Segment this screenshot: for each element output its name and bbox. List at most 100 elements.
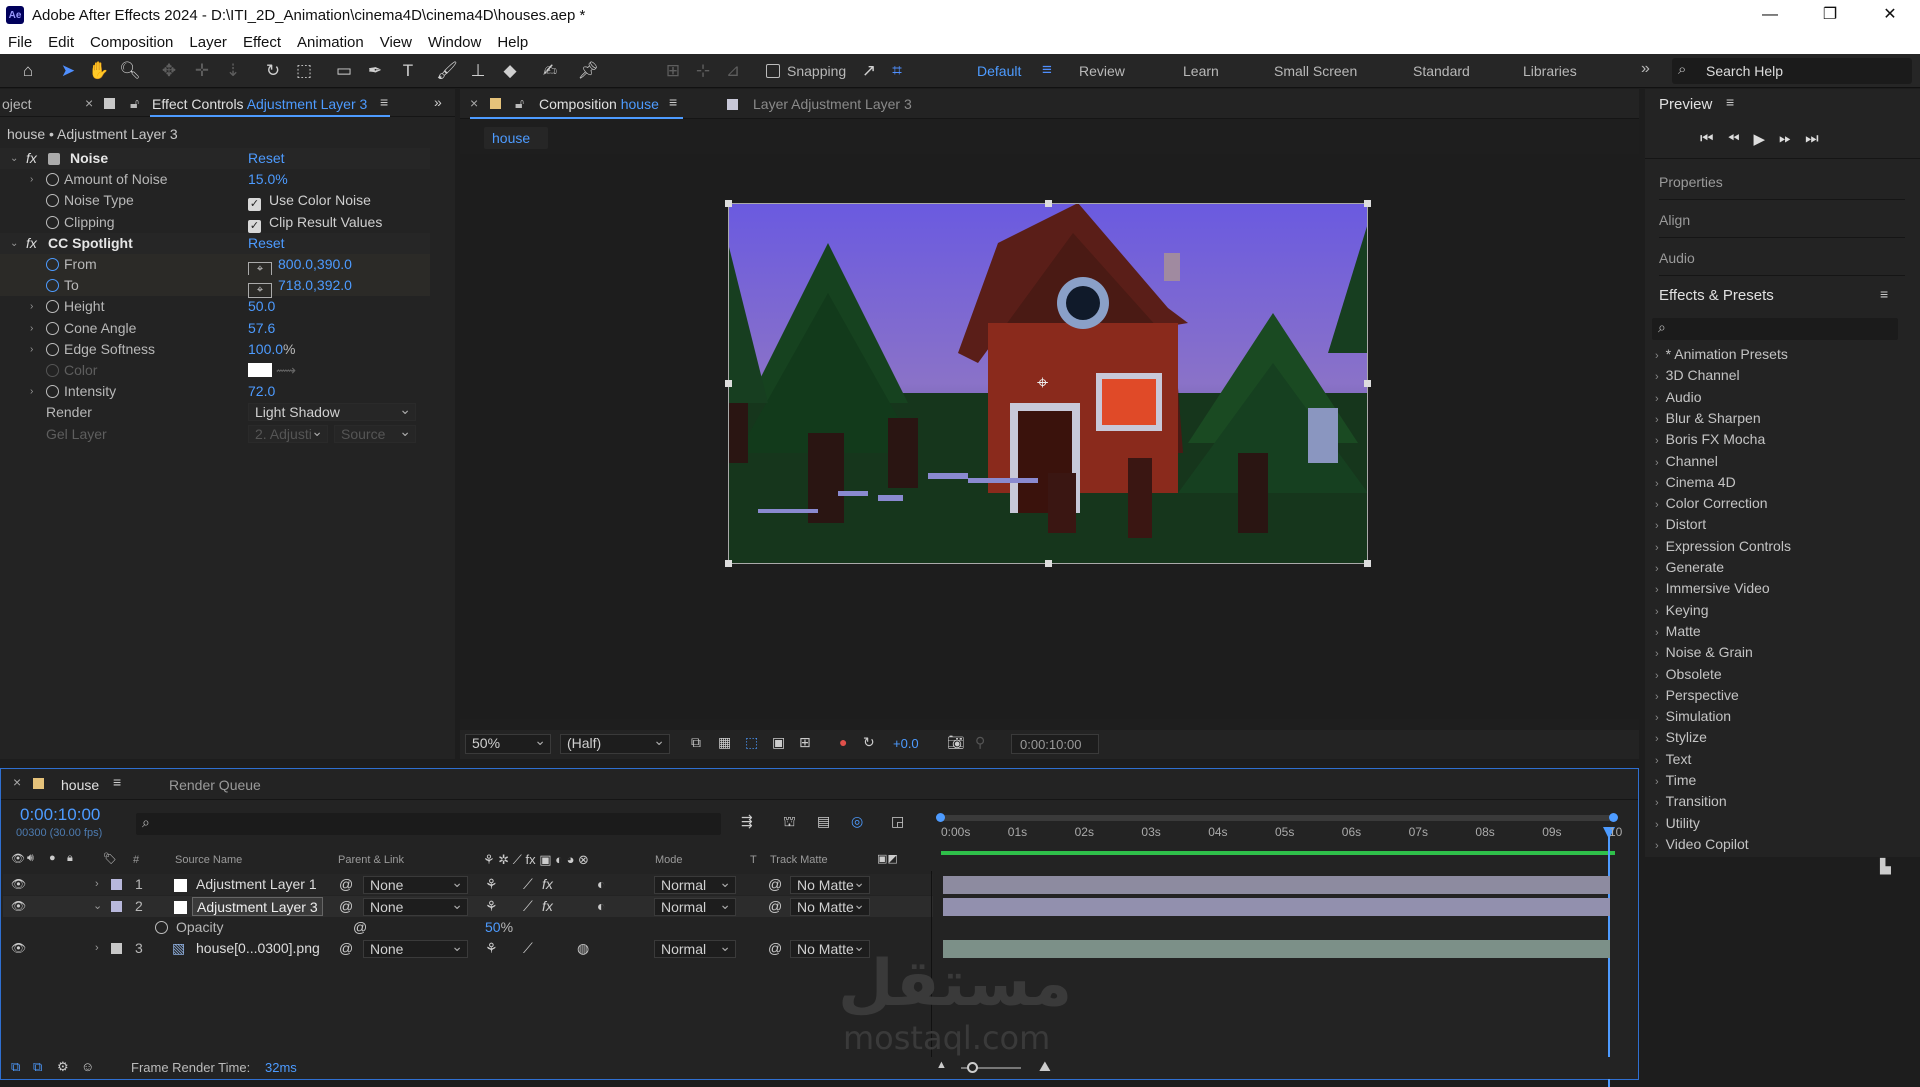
expand-chevron-icon[interactable]: › bbox=[1655, 393, 1659, 405]
layer-switches-toggle-icon[interactable]: ⧉ bbox=[11, 1059, 20, 1075]
expand-chevron-icon[interactable]: › bbox=[1655, 648, 1659, 660]
hand-tool-icon[interactable]: ✋ bbox=[88, 60, 110, 82]
roto-brush-tool-icon[interactable]: ✍ bbox=[539, 60, 561, 82]
transform-handle[interactable] bbox=[1364, 560, 1371, 567]
eraser-tool-icon[interactable]: ◆ bbox=[499, 60, 521, 82]
pick-whip-icon[interactable]: @ bbox=[339, 938, 353, 959]
align-panel-title[interactable]: Align bbox=[1659, 202, 1905, 238]
expand-chevron-icon[interactable]: › bbox=[1655, 520, 1659, 532]
composition-viewer[interactable]: ⌖ bbox=[460, 154, 1639, 719]
effects-category-item[interactable]: › Blur & Sharpen bbox=[1655, 410, 1761, 426]
expand-chevron-icon[interactable]: › bbox=[95, 938, 99, 959]
shy-switch-icon[interactable]: ⚘ bbox=[485, 874, 498, 895]
panel-menu-icon[interactable]: ≡ bbox=[1726, 94, 1734, 110]
layer-name[interactable]: Adjustment Layer 3 bbox=[192, 897, 323, 916]
menu-edit[interactable]: Edit bbox=[48, 34, 74, 51]
prop-value[interactable]: 50.0 bbox=[248, 296, 275, 317]
checkbox-checked-icon[interactable]: ✓ bbox=[248, 198, 261, 211]
effects-category-item[interactable]: › Time bbox=[1655, 772, 1696, 788]
expand-chevron-icon[interactable]: › bbox=[1655, 457, 1659, 469]
color-swatch[interactable] bbox=[248, 363, 272, 377]
layer-name[interactable]: house[0...0300].png bbox=[196, 938, 320, 959]
video-visibility-icon[interactable]: 👁︎ bbox=[11, 852, 25, 865]
effects-category-item[interactable]: › * Animation Presets bbox=[1655, 346, 1788, 362]
reset-exposure-icon[interactable]: ↻ bbox=[863, 734, 875, 751]
close-composition-tab-icon[interactable]: × bbox=[470, 95, 478, 111]
collapse-chevron-icon[interactable]: ⌄ bbox=[93, 896, 102, 917]
track-matte-dropdown[interactable]: No Matte bbox=[790, 874, 870, 894]
color-channels-icon[interactable]: ● bbox=[839, 734, 847, 750]
more-workspaces-button[interactable]: » bbox=[1641, 60, 1650, 78]
expand-chevron-icon[interactable]: › bbox=[95, 874, 99, 895]
parent-dropdown[interactable]: None bbox=[363, 896, 468, 916]
expand-chevron-icon[interactable]: › bbox=[1655, 797, 1659, 809]
menu-composition[interactable]: Composition bbox=[90, 34, 173, 51]
quality-switch-icon[interactable]: ⟋ bbox=[523, 896, 533, 917]
transform-handle[interactable] bbox=[725, 380, 732, 387]
last-frame-icon[interactable]: ⏭ bbox=[1805, 130, 1819, 148]
transfer-controls-toggle-icon[interactable]: ⧉ bbox=[33, 1059, 42, 1075]
expand-chevron-icon[interactable]: › bbox=[1655, 755, 1659, 767]
fx-icon[interactable]: fx bbox=[26, 148, 37, 169]
prop-value[interactable]: 100.0 bbox=[248, 341, 283, 357]
stopwatch-icon[interactable] bbox=[46, 364, 59, 377]
column-track-matte[interactable]: Track Matte bbox=[770, 854, 828, 866]
stopwatch-active-icon[interactable] bbox=[46, 279, 59, 292]
effects-category-item[interactable]: › Immersive Video bbox=[1655, 580, 1770, 596]
home-icon[interactable]: ⌂ bbox=[17, 60, 39, 82]
column-t[interactable]: T bbox=[750, 854, 757, 866]
expand-chevron-icon[interactable]: › bbox=[30, 296, 33, 317]
audio-icon[interactable]: 🔊︎ bbox=[27, 852, 34, 865]
workspace-review[interactable]: Review bbox=[1079, 63, 1125, 79]
expand-panel-icon[interactable]: » bbox=[434, 94, 442, 110]
reset-button[interactable]: Reset bbox=[248, 233, 285, 254]
timeline-search-input[interactable]: ⌕ bbox=[136, 813, 721, 835]
eyedropper-icon[interactable]: ⟿ bbox=[276, 362, 296, 378]
expand-chevron-icon[interactable]: › bbox=[30, 381, 33, 402]
effects-category-item[interactable]: › Stylize bbox=[1655, 729, 1707, 745]
prop-value[interactable]: 57.6 bbox=[248, 318, 275, 339]
effects-category-item[interactable]: › Distort bbox=[1655, 516, 1706, 532]
quality-switch-icon[interactable]: ⟋ bbox=[523, 938, 533, 959]
transform-handle[interactable] bbox=[1045, 200, 1052, 207]
eye-icon[interactable]: 👁︎ bbox=[11, 938, 26, 959]
current-time-display[interactable]: 0:00:10:00 bbox=[20, 805, 100, 825]
minimize-button[interactable]: — bbox=[1740, 0, 1800, 30]
menu-layer[interactable]: Layer bbox=[189, 34, 227, 51]
graph-editor-icon[interactable]: ◲ bbox=[891, 813, 904, 830]
time-navigator[interactable] bbox=[936, 813, 1618, 822]
stopwatch-icon[interactable] bbox=[46, 173, 59, 186]
expand-chevron-icon[interactable]: › bbox=[1655, 478, 1659, 490]
show-snapshot-icon[interactable]: ⚲ bbox=[975, 734, 985, 751]
expand-chevron-icon[interactable]: › bbox=[1655, 350, 1659, 362]
prop-value[interactable]: 15.0% bbox=[248, 169, 288, 190]
effects-category-item[interactable]: › Channel bbox=[1655, 453, 1718, 469]
gel-source-dropdown[interactable]: Source bbox=[334, 423, 416, 443]
workspace-standard[interactable]: Standard bbox=[1413, 63, 1470, 79]
effects-presets-title[interactable]: Effects & Presets bbox=[1659, 287, 1774, 304]
panel-menu-icon[interactable]: ≡ bbox=[1880, 286, 1888, 302]
snap-features-icon[interactable]: ⌗ bbox=[886, 60, 908, 82]
quality-switch-icon[interactable]: ⟋ bbox=[523, 874, 533, 895]
pick-whip-icon[interactable]: @ bbox=[353, 917, 367, 938]
timeline-tab[interactable]: house bbox=[61, 777, 99, 793]
expand-chevron-icon[interactable]: › bbox=[1655, 414, 1659, 426]
label-color-swatch[interactable] bbox=[111, 879, 122, 890]
menu-window[interactable]: Window bbox=[428, 34, 481, 51]
axis-local-icon[interactable]: ⊞ bbox=[662, 60, 684, 82]
prop-value[interactable]: 718.0,392.0 bbox=[278, 277, 352, 293]
lock-icon[interactable]: 🔓︎ bbox=[515, 95, 524, 112]
transform-handle[interactable] bbox=[1045, 560, 1052, 567]
expand-chevron-icon[interactable]: › bbox=[1655, 691, 1659, 703]
effects-category-item[interactable]: › Matte bbox=[1655, 623, 1701, 639]
effects-category-item[interactable]: › Obsolete bbox=[1655, 666, 1722, 682]
effects-category-item[interactable]: › Text bbox=[1655, 751, 1691, 767]
timecode-field[interactable]: 0:00:10:00 bbox=[1011, 734, 1099, 754]
menu-help[interactable]: Help bbox=[497, 34, 528, 51]
solo-icon[interactable]: ● bbox=[49, 852, 56, 864]
shy-switch-icon[interactable]: ⚘ bbox=[485, 896, 498, 917]
workspace-libraries[interactable]: Libraries bbox=[1523, 63, 1577, 79]
prop-value[interactable]: 72.0 bbox=[248, 381, 275, 402]
effect-noise-header[interactable]: ⌄ fx Noise Reset bbox=[0, 148, 430, 169]
puppet-tool-icon[interactable]: 📌︎ bbox=[577, 60, 599, 82]
